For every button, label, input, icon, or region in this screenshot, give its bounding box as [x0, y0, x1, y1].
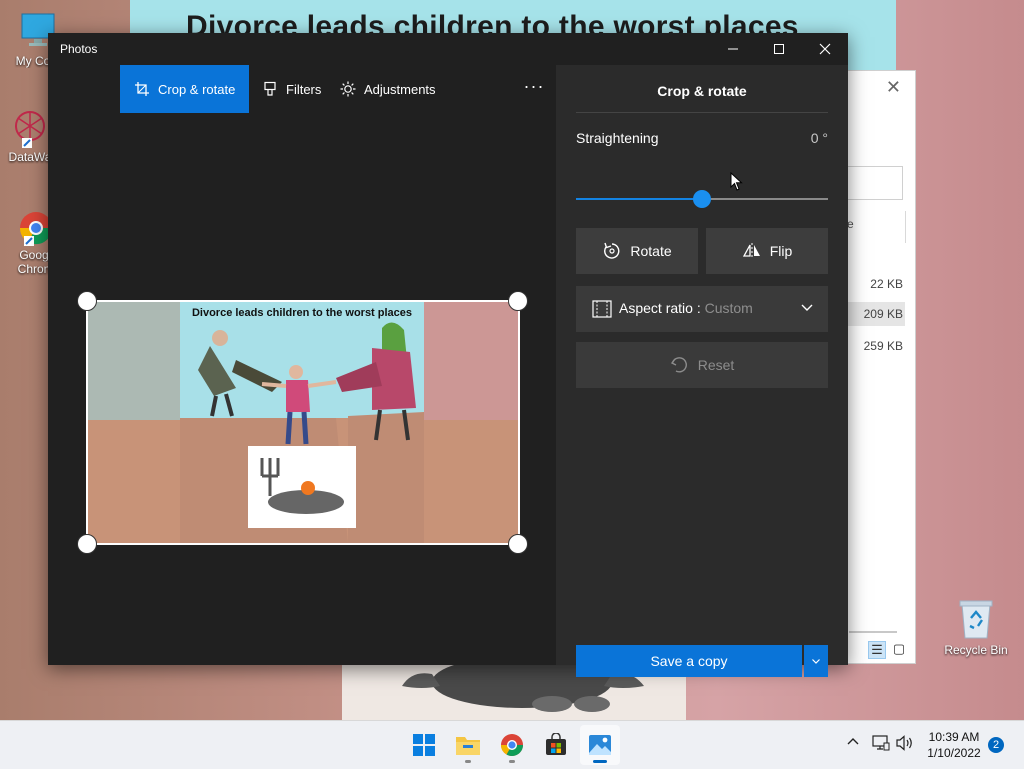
taskbar-photos[interactable]	[580, 725, 620, 765]
store-icon	[546, 733, 566, 755]
straightening-value: 0 °	[810, 130, 828, 146]
taskbar: 10:39 AM 1/10/2022 2	[0, 720, 1024, 769]
image-canvas[interactable]: Crop & rotate Filters Adjustments ··· Di…	[48, 65, 556, 665]
crop-icon	[134, 81, 150, 97]
crop-handle-bottom-left[interactable]	[77, 534, 97, 554]
brightness-icon	[340, 81, 356, 97]
crop-frame[interactable]	[86, 300, 520, 545]
crop-rotate-panel: Crop & rotate Straightening 0 ° Rotate F…	[556, 65, 848, 677]
notification-badge[interactable]: 2	[988, 737, 1004, 753]
start-button[interactable]	[404, 725, 444, 765]
close-icon[interactable]: ✕	[886, 77, 901, 98]
volume-button[interactable]	[896, 735, 914, 756]
show-hidden-icons-button[interactable]	[846, 735, 860, 754]
large-icons-view-icon[interactable]: ▢	[891, 641, 907, 657]
straightening-slider-fill	[576, 198, 702, 200]
save-a-copy-button[interactable]: Save a copy	[576, 645, 802, 677]
reset-label: Reset	[697, 357, 735, 373]
flip-label: Flip	[769, 243, 793, 259]
aspect-ratio-value: Custom	[704, 300, 753, 316]
crop-handle-top-left[interactable]	[77, 291, 97, 311]
close-button[interactable]	[802, 33, 848, 65]
chevron-down-icon	[812, 659, 820, 664]
crop-handle-bottom-right[interactable]	[508, 534, 528, 554]
flip-button[interactable]: Flip	[706, 228, 828, 274]
search-box[interactable]	[847, 166, 903, 200]
tab-label: Crop & rotate	[158, 81, 236, 97]
datawa-icon	[10, 108, 50, 148]
tab-label: Adjustments	[364, 81, 436, 97]
network-button[interactable]	[872, 735, 890, 756]
taskbar-file-explorer[interactable]	[448, 725, 488, 765]
reset-button[interactable]: Reset	[576, 342, 828, 388]
maximize-icon	[774, 44, 784, 54]
photos-window[interactable]: Photos Crop & rotate Filters Adjustments…	[48, 33, 848, 677]
window-title: Photos	[60, 42, 98, 56]
details-view-icon[interactable]: ☰	[868, 641, 886, 659]
close-icon	[819, 43, 831, 55]
save-options-button[interactable]	[804, 645, 828, 677]
chrome-icon	[501, 734, 523, 756]
clock[interactable]: 10:39 AM 1/10/2022	[922, 729, 986, 761]
clock-time: 10:39 AM	[928, 730, 980, 744]
file-size-selected[interactable]: 209 KB	[848, 302, 905, 326]
rotate-label: Rotate	[630, 243, 672, 259]
file-size: 22 KB	[870, 277, 903, 291]
horizontal-scrollbar[interactable]	[849, 631, 897, 633]
straightening-label: Straightening	[576, 130, 659, 146]
aspect-ratio-dropdown[interactable]: Aspect ratio : Custom	[576, 286, 828, 332]
column-header-partial: e	[847, 217, 854, 231]
speaker-icon	[896, 735, 912, 751]
minimize-button[interactable]	[710, 33, 756, 65]
network-icon	[872, 735, 890, 751]
panel-title: Crop & rotate	[657, 83, 747, 99]
tab-filters[interactable]: Filters	[254, 65, 329, 113]
running-indicator	[509, 760, 515, 763]
title-bar[interactable]: Photos	[48, 33, 848, 65]
tab-adjustments[interactable]: Adjustments	[332, 65, 444, 113]
aspect-ratio-label: Aspect ratio :	[619, 300, 701, 316]
crop-handle-top-right[interactable]	[508, 291, 528, 311]
minimize-icon	[728, 48, 738, 50]
chevron-down-icon	[800, 300, 814, 317]
edit-toolbar: Crop & rotate Filters Adjustments ···	[48, 65, 556, 113]
tab-label: Filters	[286, 81, 322, 97]
chevron-up-icon	[847, 738, 859, 745]
clock-date: 1/10/2022	[927, 746, 981, 760]
undo-icon	[670, 356, 688, 374]
aspect-ratio-text: Aspect ratio : Custom	[619, 300, 753, 316]
running-indicator	[465, 760, 471, 763]
rotate-button[interactable]: Rotate	[576, 228, 698, 274]
taskbar-chrome[interactable]	[492, 725, 532, 765]
desktop-icon-recycle-bin[interactable]: Recycle Bin	[940, 598, 1012, 657]
panel-divider	[576, 112, 828, 113]
filters-icon	[262, 81, 278, 97]
tab-crop-rotate[interactable]: Crop & rotate	[120, 65, 250, 113]
aspect-ratio-icon	[592, 300, 612, 321]
taskbar-microsoft-store[interactable]	[536, 725, 576, 765]
more-options-icon[interactable]: ···	[522, 77, 546, 101]
mouse-cursor-icon	[730, 172, 743, 191]
recycle-bin-label: Recycle Bin	[944, 643, 1008, 657]
flip-icon	[742, 241, 762, 261]
column-divider	[905, 211, 906, 243]
windows-logo-icon	[413, 734, 435, 756]
file-size: 259 KB	[863, 339, 903, 353]
rotate-icon	[602, 241, 622, 261]
photos-app-icon	[589, 735, 611, 755]
active-indicator	[593, 760, 607, 763]
recycle-bin-icon	[959, 600, 993, 639]
maximize-button[interactable]	[756, 33, 802, 65]
straightening-slider-thumb[interactable]	[693, 190, 711, 208]
folder-icon	[456, 737, 480, 755]
